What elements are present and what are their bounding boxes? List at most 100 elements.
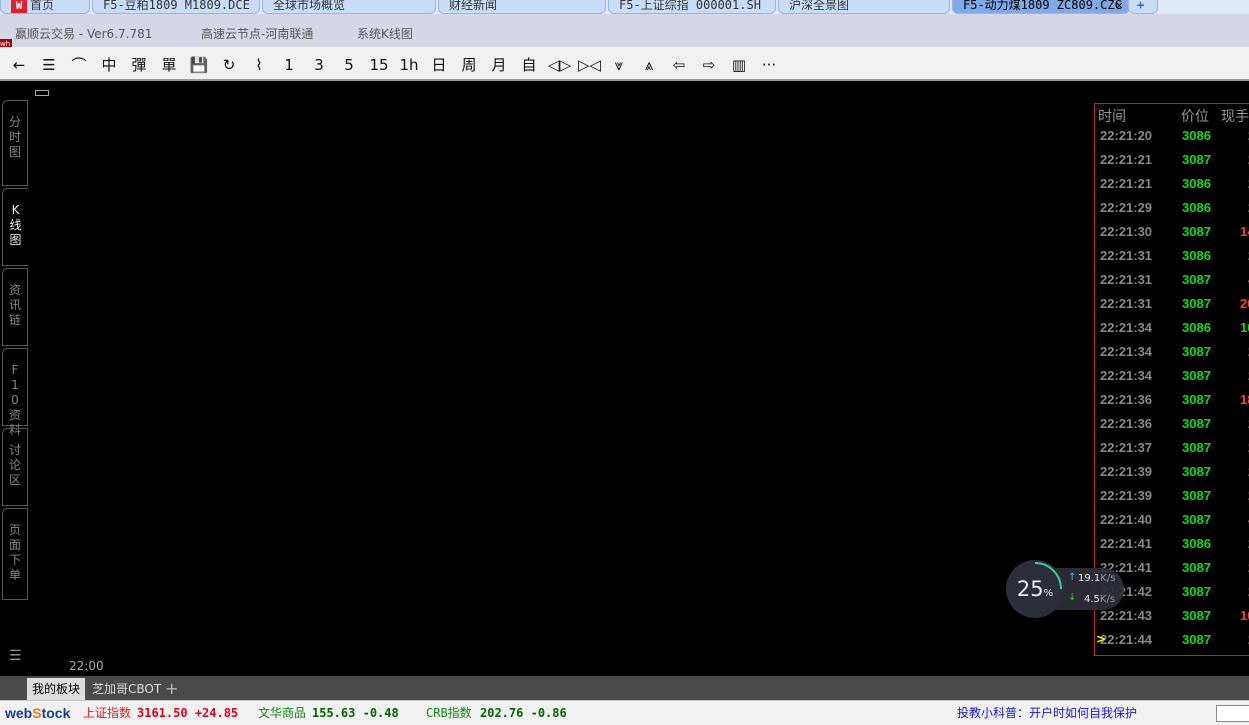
sidebar-tab-3[interactable]: F10资料: [2, 348, 28, 437]
tick-row: 22:21:3430872: [1095, 368, 1249, 392]
period-custom-button[interactable]: 自: [518, 55, 540, 75]
period-week-button[interactable]: 周: [458, 55, 480, 75]
period-day-button[interactable]: 日: [428, 55, 450, 75]
tab-label: F5-动力煤1809 ZC809.CZC: [963, 0, 1122, 12]
tab-2[interactable]: 全球市场概览: [262, 0, 436, 14]
move-right-icon[interactable]: ⇨: [698, 55, 720, 75]
sidebar-tab-4[interactable]: 讨论区: [2, 428, 28, 506]
menu-icon[interactable]: ☰: [9, 648, 22, 664]
status-input[interactable]: [1216, 705, 1249, 722]
webstock-logo: webStock: [5, 705, 71, 721]
tick-time: 22:21:34: [1100, 320, 1153, 335]
tab-3[interactable]: 财经新闻: [438, 0, 606, 14]
index-change: -0.86: [530, 706, 567, 720]
tick-price: 3086: [1182, 248, 1211, 263]
tick-price: 3086: [1182, 320, 1211, 335]
tab-1[interactable]: F5-豆粕1809 M1809.DCE: [92, 0, 260, 14]
tab-cbot[interactable]: 芝加哥CBOT: [87, 678, 166, 700]
header-volume: 现手: [1221, 109, 1249, 125]
move-left-icon[interactable]: ⇦: [668, 55, 690, 75]
upload-arrow-icon: ↑: [1068, 572, 1077, 583]
tick-row: 22:21:31 3087 20: [1095, 296, 1249, 320]
tick-time: 22:21:36: [1100, 416, 1153, 431]
sidebar-tab-5[interactable]: 页面下单: [2, 508, 28, 600]
sidebar-tab-0[interactable]: 分时图: [2, 100, 28, 186]
index-value: 155.63 -0.48: [312, 701, 399, 725]
tick-price: 3087: [1182, 464, 1211, 479]
index-price: 155.63: [312, 706, 356, 720]
back-icon[interactable]: ←: [8, 55, 30, 75]
tick-time: 22:21:30: [1100, 224, 1153, 239]
save-icon[interactable]: 💾: [188, 55, 210, 75]
line-chart-icon[interactable]: ⌒: [68, 55, 90, 75]
tab-4[interactable]: F5-上证综指 000001.SH: [608, 0, 776, 14]
tick-price: 3087: [1182, 272, 1211, 287]
refresh-icon[interactable]: ↻: [218, 55, 240, 75]
tick-row: 22:21:3130874: [1095, 272, 1249, 296]
tick-row: 22:21:2130862: [1095, 176, 1249, 200]
close-tab-icon[interactable]: ✕: [1116, 0, 1123, 13]
period-1m-button[interactable]: 1: [278, 55, 300, 75]
link-icon[interactable]: [35, 90, 49, 96]
sidebar-tab-label: 资讯链: [8, 283, 21, 327]
tick-price: 3087: [1182, 296, 1211, 311]
sidebar-tab-2[interactable]: 资讯链: [2, 268, 28, 346]
tick-volume: 10: [1240, 320, 1249, 335]
new-tab-button[interactable]: +: [1128, 0, 1158, 14]
sidebar-tab-label: K线图: [9, 203, 22, 247]
order-icon[interactable]: 單: [158, 55, 180, 75]
tick-time: 22:21:41: [1100, 536, 1153, 551]
index-name[interactable]: 上证指数: [83, 701, 131, 725]
tick-volume: 10: [1240, 608, 1249, 623]
tip-link[interactable]: 投教小科普：开户时如何自我保护: [957, 701, 1137, 725]
tick-time: 22:21:34: [1100, 368, 1153, 383]
cpu-gauge: 25%: [1006, 560, 1064, 618]
sidebar-tab-1[interactable]: K线图: [2, 188, 28, 266]
indicator-icon[interactable]: ⌇: [248, 55, 270, 75]
tick-time: 22:21:29: [1100, 200, 1153, 215]
period-3m-button[interactable]: 3: [308, 55, 330, 75]
tick-row: 22:21:30 3087 14: [1095, 224, 1249, 248]
tab-my-sector[interactable]: 我的板块: [27, 678, 86, 700]
tick-price: 3087: [1182, 512, 1211, 527]
tick-price: 3087: [1182, 440, 1211, 455]
upload-speed: 19.1: [1078, 573, 1101, 584]
candlestick-icon[interactable]: 中: [98, 55, 120, 75]
period-5m-button[interactable]: 5: [338, 55, 360, 75]
tab-5[interactable]: 沪深全景图: [778, 0, 950, 14]
period-1h-button[interactable]: 1h: [398, 55, 420, 75]
tick-row: 22:21:4030874: [1095, 512, 1249, 536]
tick-time: 22:21:20: [1100, 128, 1153, 143]
tick-row: 22:21:2130872: [1095, 152, 1249, 176]
more-icon[interactable]: ···: [758, 55, 780, 75]
list-icon[interactable]: ☰: [38, 55, 60, 75]
header-price: 价位: [1181, 109, 1209, 125]
index-name[interactable]: CRB指数: [426, 701, 472, 725]
scroll-up-icon[interactable]: ⩓: [638, 55, 660, 75]
tick-row: 22:21:36 3087 18: [1095, 392, 1249, 416]
tick-volume: 14: [1240, 224, 1249, 239]
layout-icon[interactable]: ▥: [728, 55, 750, 75]
home-logo-icon: W: [11, 0, 27, 13]
zoom-out-icon[interactable]: ▷◁: [578, 55, 601, 75]
add-tab-button[interactable]: +: [160, 678, 183, 700]
tab-0[interactable]: W 首页: [0, 0, 90, 14]
header-time: 时间: [1098, 109, 1126, 125]
tick-time: 22:21:31: [1100, 296, 1153, 311]
upload-unit: K/s: [1100, 573, 1116, 584]
tick-time: 22:21:39: [1100, 464, 1153, 479]
tick-price: 3087: [1182, 488, 1211, 503]
scroll-down-icon[interactable]: ⩔: [608, 55, 630, 75]
tab-label: 全球市场概览: [273, 0, 346, 12]
sidebar-tab-label: 分时图: [8, 115, 21, 159]
drawing-icon[interactable]: 彈: [128, 55, 150, 75]
index-name[interactable]: 文华商品: [258, 701, 306, 725]
period-15m-button[interactable]: 15: [368, 55, 390, 75]
tick-row: 22:21:3130862: [1095, 248, 1249, 272]
tab-6[interactable]: F5-动力煤1809 ZC809.CZC ✕: [952, 0, 1130, 14]
zoom-in-icon[interactable]: ◁▷: [548, 55, 571, 75]
tick-volume: 18: [1240, 392, 1249, 407]
period-month-button[interactable]: 月: [488, 55, 510, 75]
sidebar: 分时图 K线图资讯链 F10资料 讨论区 页面下单: [0, 82, 28, 676]
tick-price: 3086: [1182, 176, 1211, 191]
